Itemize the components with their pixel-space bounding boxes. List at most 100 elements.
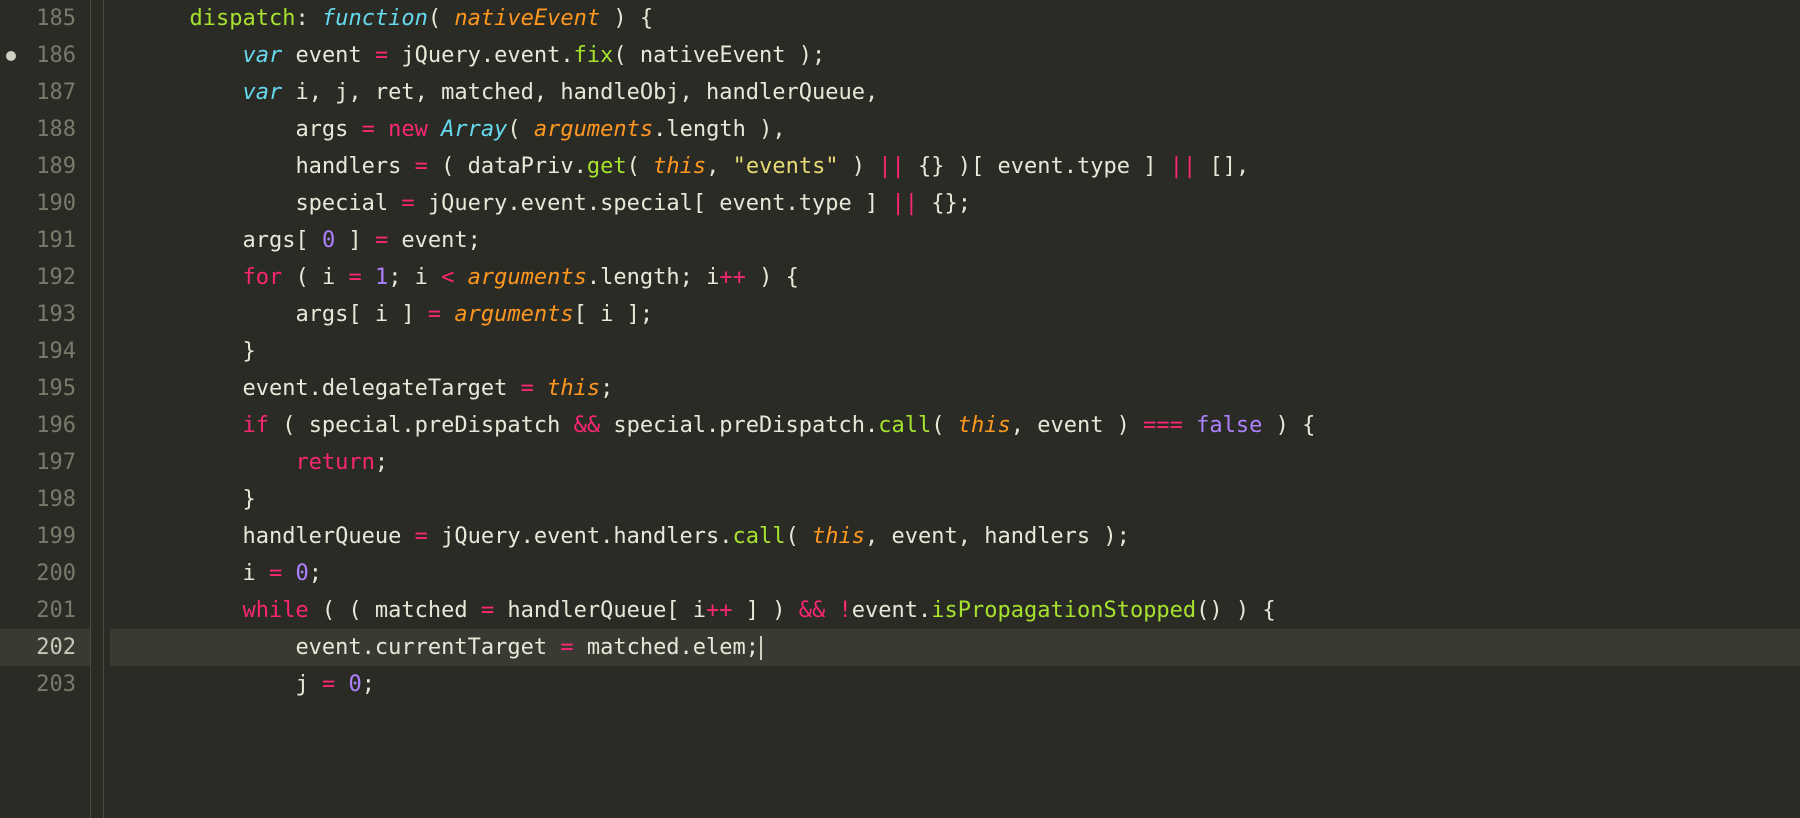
token-pn: event.delegateTarget [242,376,520,401]
code-line[interactable]: special = jQuery.event.special[ event.ty… [110,185,1800,222]
line-number[interactable]: 191 [0,222,76,259]
code-line[interactable]: args[ 0 ] = event; [110,222,1800,259]
token-pn: .length ), [653,117,785,142]
code-line[interactable]: i = 0; [110,555,1800,592]
code-line[interactable]: var event = jQuery.event.fix( nativeEven… [110,37,1800,74]
token-op: = [415,154,428,179]
line-number[interactable]: 189 [0,148,76,185]
token-pn: ) [839,154,879,179]
token-pn: ( [786,524,813,549]
token-fn: isPropagationStopped [931,598,1196,623]
code-line[interactable]: event.currentTarget = matched.elem; [110,629,1800,666]
token-pn: special [295,191,401,216]
token-pn: ( i [282,265,348,290]
code-line[interactable]: return; [110,444,1800,481]
token-prm: arguments [454,302,573,327]
token-op: = [375,228,388,253]
line-number[interactable]: 186 [0,37,76,74]
token-pn: jQuery.event.handlers. [428,524,733,549]
breakpoint-marker-icon[interactable] [6,51,16,61]
code-line[interactable]: if ( special.preDispatch && special.preD… [110,407,1800,444]
token-st: Array [441,117,507,142]
code-line[interactable]: while ( ( matched = handlerQueue[ i++ ] … [110,592,1800,629]
line-number[interactable]: 188 [0,111,76,148]
line-number[interactable]: 190 [0,185,76,222]
token-op: ! [839,598,852,623]
token-op: = [560,635,573,660]
token-kw: if [242,413,269,438]
code-line[interactable]: dispatch: function( nativeEvent ) { [110,0,1800,37]
line-number-gutter[interactable]: 1851861871881891901911921931941951961971… [0,0,90,818]
token-str: "events" [733,154,839,179]
line-number[interactable]: 185 [0,0,76,37]
token-pn [441,302,454,327]
token-fn: get [587,154,627,179]
token-pn [428,117,441,142]
token-op: = [415,524,428,549]
code-line[interactable]: } [110,481,1800,518]
token-fn: call [878,413,931,438]
token-pn: : [295,6,322,31]
code-line[interactable]: for ( i = 1; i < arguments.length; i++ )… [110,259,1800,296]
token-pn: j [295,672,322,697]
line-number[interactable]: 187 [0,74,76,111]
fold-ruler[interactable] [90,0,104,818]
token-pn: i [242,561,269,586]
token-op: = [362,117,375,142]
code-line[interactable]: handlerQueue = jQuery.event.handlers.cal… [110,518,1800,555]
token-pn: ( [507,117,534,142]
line-number[interactable]: 195 [0,370,76,407]
token-pn: ( [627,154,654,179]
token-pn: ] [335,228,375,253]
token-num: 0 [322,228,335,253]
code-line[interactable]: handlers = ( dataPriv.get( this, "events… [110,148,1800,185]
token-fn: fix [574,43,614,68]
code-line[interactable]: } [110,333,1800,370]
token-pn: .length; i [587,265,719,290]
code-line[interactable]: args = new Array( arguments.length ), [110,111,1800,148]
token-pn: , event, handlers ); [865,524,1130,549]
code-area[interactable]: dispatch: function( nativeEvent ) { var … [104,0,1800,818]
token-op: = [269,561,282,586]
token-num: 1 [375,265,388,290]
line-number[interactable]: 199 [0,518,76,555]
token-op: ++ [706,598,733,623]
line-number[interactable]: 203 [0,666,76,703]
token-pn: ) { [600,6,653,31]
line-number[interactable]: 194 [0,333,76,370]
code-line[interactable]: j = 0; [110,666,1800,703]
token-pn [825,598,838,623]
token-op: === [1143,413,1183,438]
token-kw: while [242,598,308,623]
token-pn: ] ) [733,598,799,623]
line-number[interactable]: 201 [0,592,76,629]
token-pn: } [242,339,255,364]
token-pn: args [295,117,361,142]
line-number[interactable]: 202 [0,629,90,666]
token-st: var [242,80,282,105]
token-pn: ; [362,672,375,697]
token-pn: , event ) [1011,413,1143,438]
token-pn [454,265,467,290]
line-number[interactable]: 192 [0,259,76,296]
token-op: && [799,598,826,623]
token-prm: nativeEvent [454,6,600,31]
line-number[interactable]: 197 [0,444,76,481]
code-line[interactable]: var i, j, ret, matched, handleObj, handl… [110,74,1800,111]
code-line[interactable]: args[ i ] = arguments[ i ]; [110,296,1800,333]
token-op: = [521,376,534,401]
token-bool: false [1196,413,1262,438]
token-pn: ) { [746,265,799,290]
code-editor[interactable]: 1851861871881891901911921931941951961971… [0,0,1800,818]
token-pn: handlerQueue[ i [494,598,706,623]
token-pn: event.currentTarget [295,635,560,660]
token-kw: return [295,450,374,475]
line-number[interactable]: 196 [0,407,76,444]
line-number[interactable]: 193 [0,296,76,333]
token-pn: ( ( matched [309,598,481,623]
line-number[interactable]: 198 [0,481,76,518]
token-op: = [401,191,414,216]
line-number[interactable]: 200 [0,555,76,592]
code-line[interactable]: event.delegateTarget = this; [110,370,1800,407]
token-pn: event; [388,228,481,253]
